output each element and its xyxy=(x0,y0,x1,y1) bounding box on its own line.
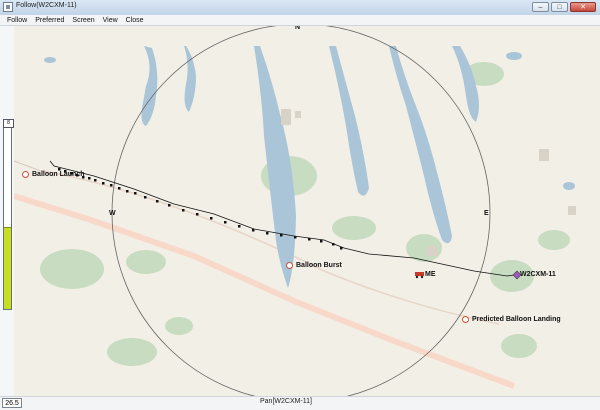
burst-label: Balloon Burst xyxy=(296,262,342,269)
meter-fill xyxy=(4,227,11,309)
compass-west: W xyxy=(109,210,116,217)
left-panel: 8 xyxy=(0,26,15,396)
station-label: W2CXM-11 xyxy=(520,271,556,278)
landing-label: Predicted Balloon Landing xyxy=(472,316,561,323)
meter-top-label: 8 xyxy=(3,119,14,128)
minimize-button[interactable]: – xyxy=(532,2,549,12)
menu-bar: Follow Preferred Screen View Close xyxy=(0,15,600,26)
maximize-button[interactable]: □ xyxy=(551,2,568,12)
window-title: Follow(W2CXM-11) xyxy=(16,2,77,9)
title-bar: Follow(W2CXM-11) – □ ✕ xyxy=(0,0,600,16)
map-canvas xyxy=(14,26,600,396)
menu-follow[interactable]: Follow xyxy=(7,15,27,25)
menu-close[interactable]: Close xyxy=(126,15,144,25)
app-icon xyxy=(3,2,13,12)
launch-pin-icon[interactable] xyxy=(22,171,29,178)
compass-east: E xyxy=(484,210,489,217)
landing-pin-icon[interactable] xyxy=(462,316,469,323)
burst-pin-icon[interactable] xyxy=(286,262,293,269)
menu-preferred[interactable]: Preferred xyxy=(35,15,64,25)
close-window-button[interactable]: ✕ xyxy=(570,2,596,12)
zoom-readout[interactable]: 26.5 xyxy=(2,398,22,408)
pan-status: Pan[W2CXM-11] xyxy=(260,398,312,405)
menu-screen[interactable]: Screen xyxy=(72,15,94,25)
altitude-meter[interactable]: 8 xyxy=(3,119,14,310)
status-bar: 26.5 Pan[W2CXM-11] xyxy=(0,396,600,410)
me-label: ME xyxy=(425,271,436,278)
compass-north: N xyxy=(295,26,301,31)
launch-label: Balloon Launch xyxy=(32,171,85,178)
map-view[interactable]: N W E Balloon Launch Balloon Burst Predi… xyxy=(14,26,600,396)
menu-view[interactable]: View xyxy=(103,15,118,25)
window-controls: – □ ✕ xyxy=(532,2,596,12)
